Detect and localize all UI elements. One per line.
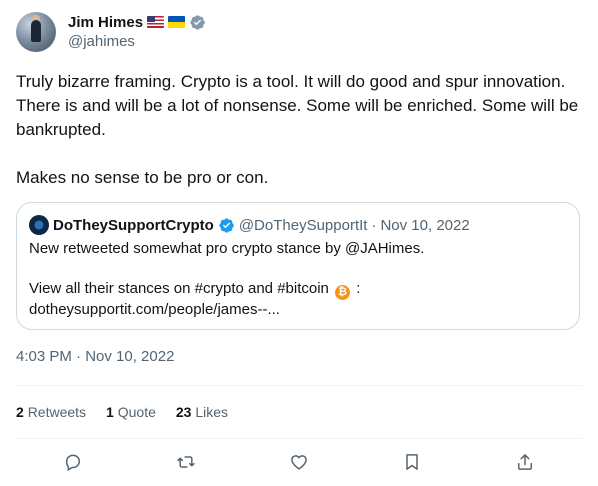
divider [16, 438, 582, 439]
avatar-figure-body [31, 20, 41, 42]
quoted-tweet-header: DoTheySupportCrypto @DoTheySupportIt · N… [29, 215, 470, 235]
likes-label: Likes [195, 404, 229, 420]
share-icon [518, 454, 532, 470]
tweet-paragraph: Makes no sense to be pro or con. [16, 168, 269, 187]
quotes-label: Quote [117, 404, 156, 420]
author-handle[interactable]: @jahimes [68, 33, 135, 50]
quoted-tweet[interactable]: DoTheySupportCrypto @DoTheySupportIt · N… [16, 202, 580, 330]
quoted-tweet-text: New retweeted somewhat pro crypto stance… [29, 239, 569, 320]
quoted-line-2-text: View all their stances on #crypto and #b… [29, 280, 329, 297]
quoted-line-2-suffix: : [356, 280, 361, 297]
retweets-label: Retweets [27, 404, 87, 420]
quoted-link: dotheysupportit.com/people/james--... [29, 301, 280, 318]
retweets-count: 2 [16, 404, 24, 420]
retweet-button[interactable] [175, 451, 197, 473]
quoted-author-name: DoTheySupportCrypto [53, 216, 214, 234]
retweet-icon [177, 456, 195, 468]
engagement-stats: 2 Retweets 1 Quote 23 Likes [16, 402, 228, 422]
quoted-line-2: View all their stances on #crypto and #b… [29, 279, 569, 320]
bookmark-button[interactable] [401, 451, 423, 473]
author-name-row: Jim Himes [68, 12, 206, 32]
quotes-count: 1 [106, 404, 114, 420]
likes-count: 23 [175, 404, 192, 420]
us-flag-icon [147, 16, 165, 28]
tweet-header: Jim Himes @jahimes [16, 12, 582, 52]
like-button[interactable] [288, 451, 310, 473]
tweet-paragraph: Truly bizarre framing. Crypto is a tool.… [16, 72, 579, 139]
quoted-line-1: New retweeted somewhat pro crypto stance… [29, 240, 425, 257]
divider [16, 385, 582, 386]
quotes-stat[interactable]: 1 Quote [106, 404, 156, 420]
reply-button[interactable] [62, 451, 84, 473]
quoted-author-handle: @DoTheySupportIt [238, 216, 368, 234]
verified-badge-icon[interactable] [189, 14, 206, 31]
share-button[interactable] [514, 451, 536, 473]
verified-badge-icon [218, 217, 235, 234]
tweet-text: Truly bizarre framing. Crypto is a tool.… [16, 70, 582, 190]
likes-stat[interactable]: 23 Likes [176, 404, 228, 420]
action-bar [16, 448, 582, 476]
quoted-separator: · [371, 216, 377, 234]
author-avatar[interactable] [16, 12, 56, 52]
reply-icon [66, 454, 81, 471]
like-icon [291, 455, 307, 470]
ukraine-flag-icon [168, 16, 186, 28]
bitcoin-icon: ₿ [335, 285, 351, 300]
quoted-author-avatar [29, 215, 49, 235]
quoted-date: Nov 10, 2022 [380, 216, 470, 234]
retweets-stat[interactable]: 2 Retweets [16, 404, 86, 420]
author-name[interactable]: Jim Himes [68, 14, 143, 31]
bookmark-icon [406, 454, 418, 470]
tweet-timestamp[interactable]: 4:03 PM · Nov 10, 2022 [16, 348, 174, 365]
